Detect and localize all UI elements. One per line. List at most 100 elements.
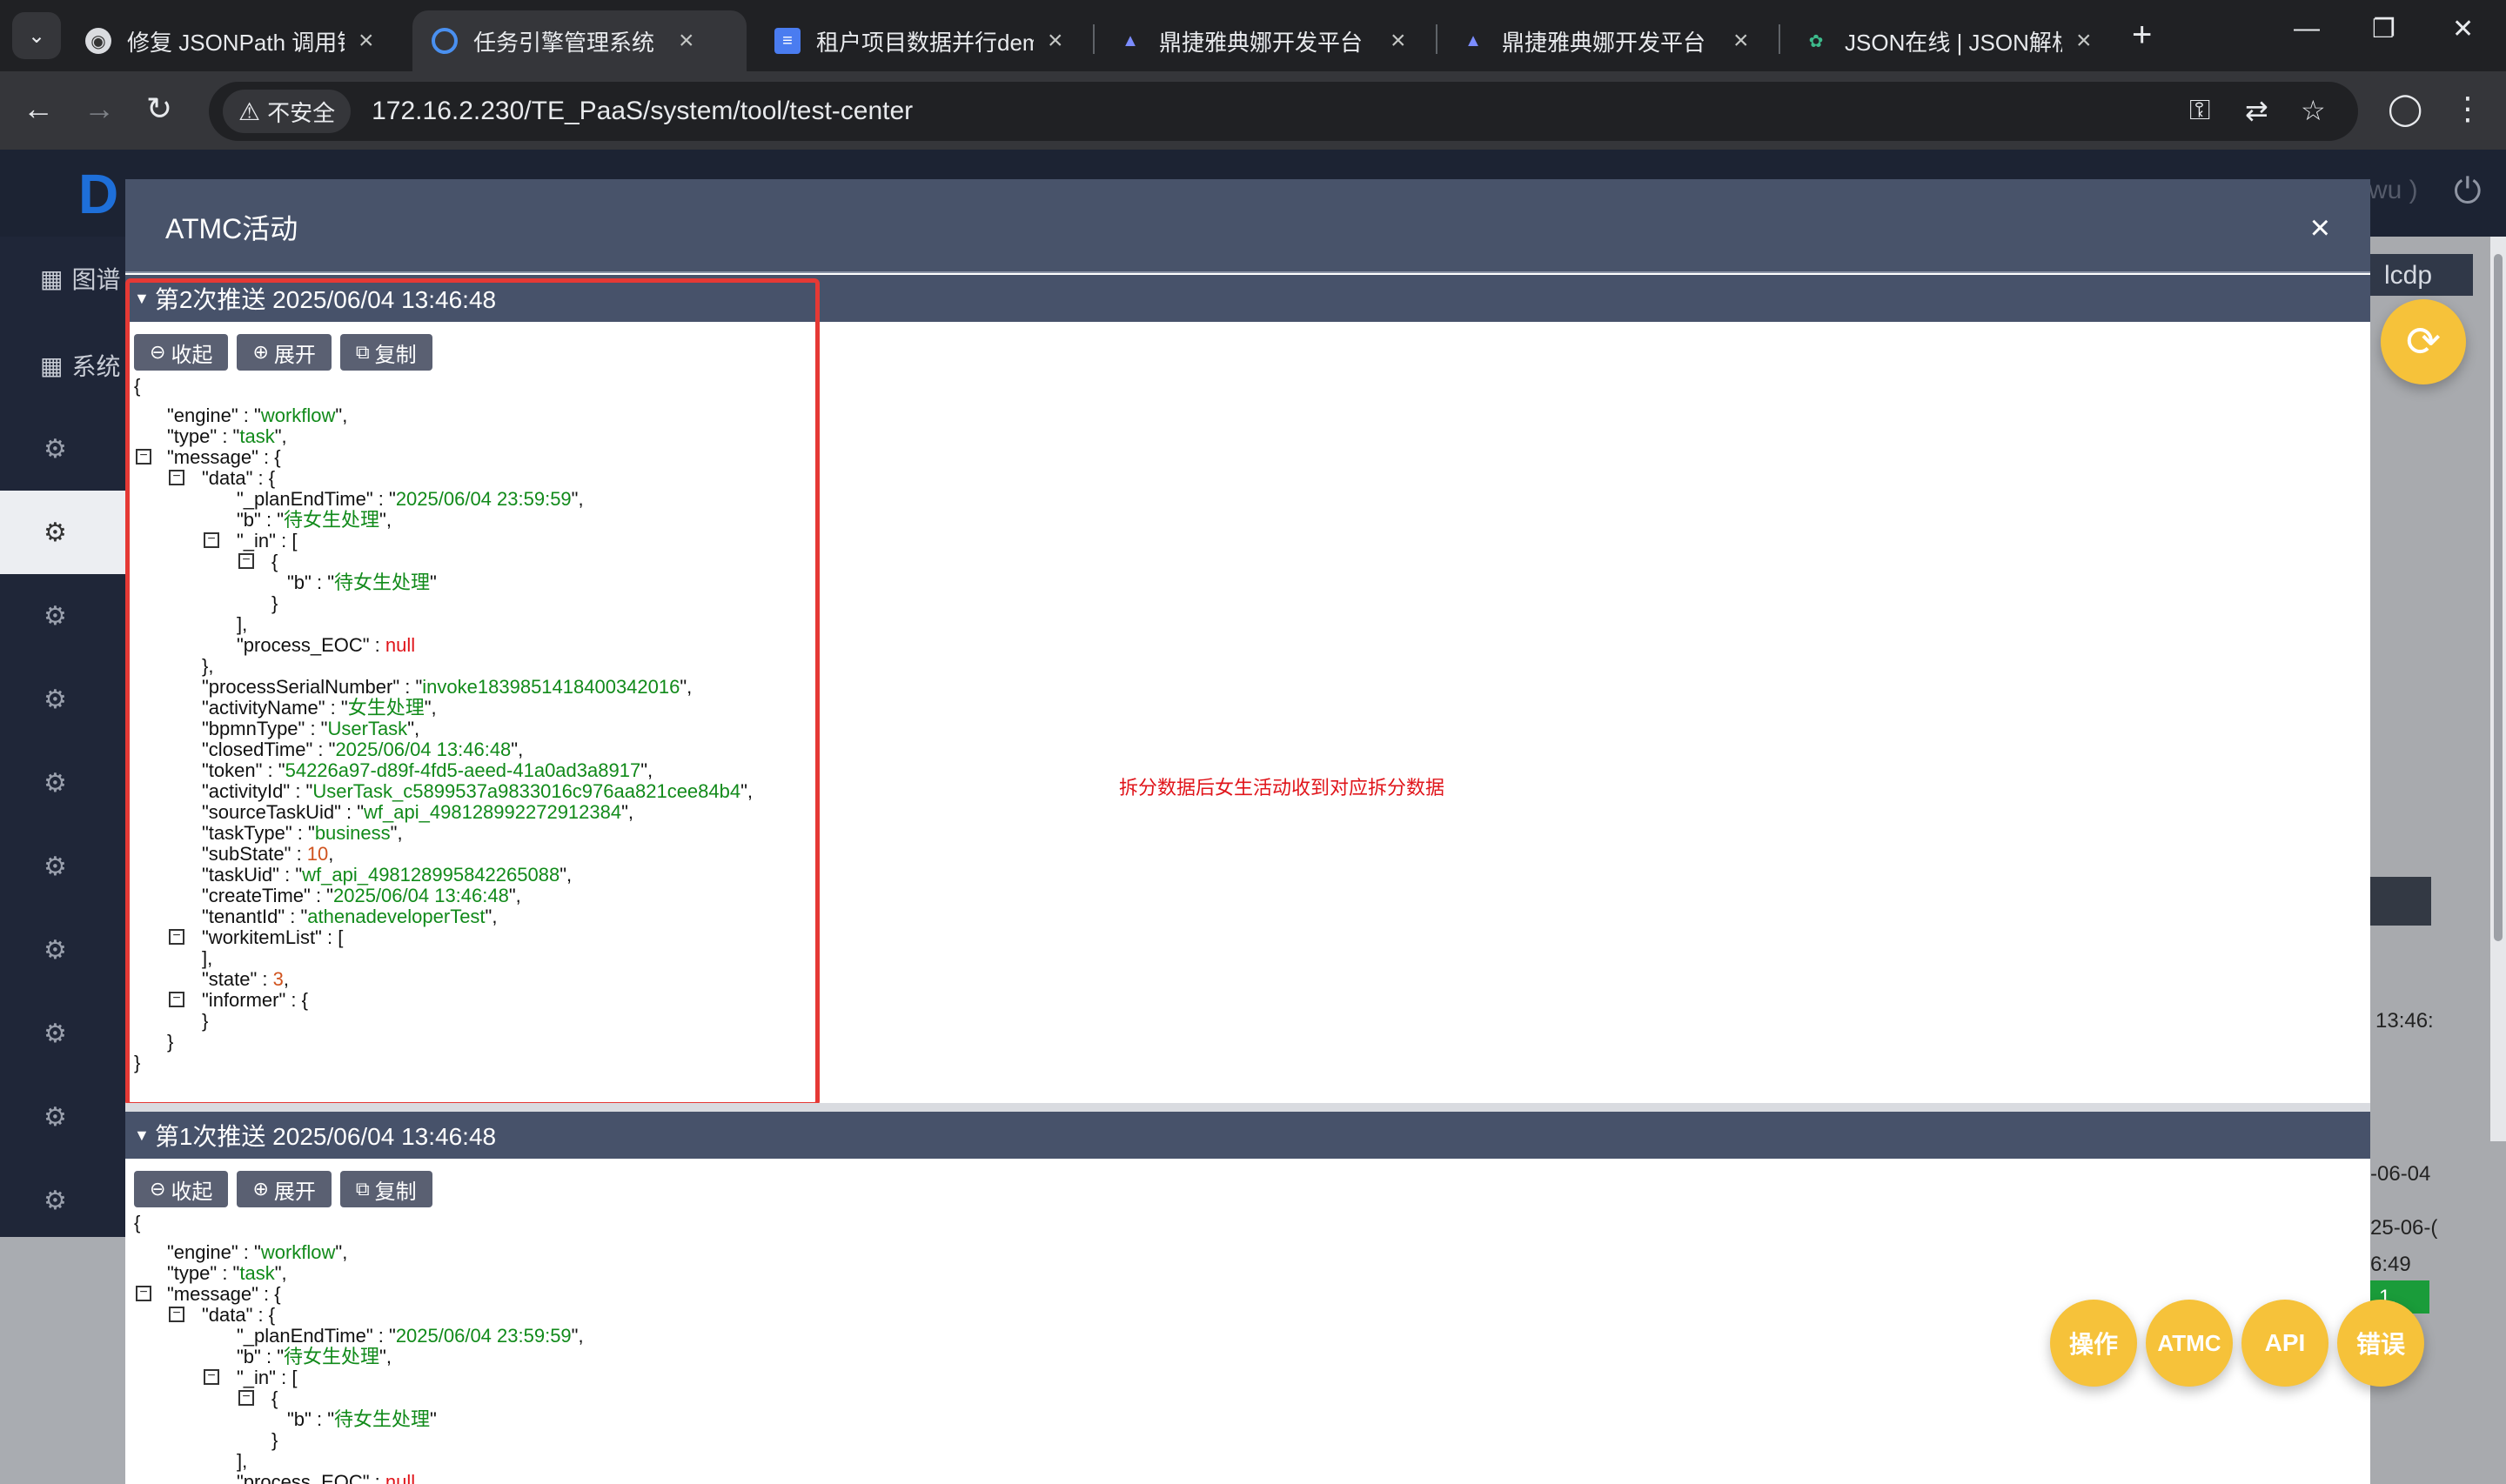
json-value: null xyxy=(385,1471,416,1484)
json-line: ], xyxy=(237,613,248,635)
sidebar-item-graph[interactable]: ▦ 图谱 xyxy=(0,237,125,320)
sidebar-subitem[interactable]: ⚙ xyxy=(0,908,125,992)
tab-close-icon[interactable]: × xyxy=(2076,26,2092,56)
json-line: "data" : { xyxy=(202,1304,276,1326)
ops-button[interactable]: 操作 xyxy=(2050,1300,2137,1387)
more-menu-icon[interactable]: ⋮ xyxy=(2452,90,2483,127)
tab-search-button[interactable]: ⌄ xyxy=(12,12,61,59)
restore-icon[interactable]: ❐ xyxy=(2372,14,2395,44)
close-icon[interactable]: × xyxy=(2310,211,2330,245)
browser-tab-1[interactable]: 任务引擎管理系统 × xyxy=(412,10,747,71)
json-value: 待女生处理 xyxy=(334,572,431,593)
tab-close-icon[interactable]: × xyxy=(1390,26,1406,56)
collapse-toggle-icon[interactable]: − xyxy=(204,532,219,548)
json-line: "subState" : 10, xyxy=(202,843,334,865)
collapse-button[interactable]: ⊖ 收起 xyxy=(134,334,229,371)
avatar-icon: ◉ xyxy=(85,28,111,54)
translate-icon[interactable]: ⇄ xyxy=(2245,94,2268,127)
browser-tab-3[interactable]: ▲ 鼎捷雅典娜开发平台 × xyxy=(1098,10,1425,71)
json-value: task xyxy=(239,1262,275,1284)
api-button[interactable]: API xyxy=(2241,1300,2328,1387)
modal-title: ATMC活动 xyxy=(165,213,298,244)
browser-tab-0[interactable]: ◉ 修复 JSONPath 调用错 × xyxy=(66,10,393,71)
caret-down-icon: ▼ xyxy=(134,289,150,307)
collapse-toggle-icon[interactable]: − xyxy=(238,553,254,569)
button-label: 复制 xyxy=(374,343,417,367)
json-value: 待女生处理 xyxy=(284,509,380,531)
tab-close-icon[interactable]: × xyxy=(679,26,694,56)
copy-button[interactable]: ⧉ 复制 xyxy=(339,1171,432,1207)
browser-tab-2[interactable]: ≡ 租户项目数据并行demo × xyxy=(755,10,1082,71)
sidebar-subitem[interactable]: ⚙ xyxy=(0,1075,125,1159)
refresh-button[interactable]: ⟳ xyxy=(2381,299,2466,384)
sidebar-subitem[interactable]: ⚙ xyxy=(0,574,125,658)
browser-tab-4[interactable]: ▲ 鼎捷雅典娜开发平台 × xyxy=(1441,10,1768,71)
collapse-toggle-icon[interactable]: − xyxy=(136,1286,151,1301)
push-section-header[interactable]: ▼ 第1次推送 2025/06/04 13:46:48 xyxy=(125,1112,2370,1159)
back-arrow-icon[interactable]: ← xyxy=(23,90,54,127)
page-scrollbar-thumb[interactable] xyxy=(2494,254,2503,941)
sidebar-subitem-selected[interactable]: ⚙ xyxy=(0,491,125,574)
tab-title: JSON在线 | JSON解析 xyxy=(1845,29,2062,56)
star-icon[interactable]: ☆ xyxy=(2301,94,2326,127)
copy-button[interactable]: ⧉ 复制 xyxy=(339,334,432,371)
browser-tab-5[interactable]: ✿ JSON在线 | JSON解析 × xyxy=(1784,10,2111,71)
atmc-modal: ATMC活动 × ▼ 第2次推送 2025/06/04 13:46:48 ⊖ 收起… xyxy=(125,179,2370,1484)
sidebar-subitem[interactable]: ⚙ xyxy=(0,825,125,908)
close-window-icon[interactable]: ✕ xyxy=(2452,14,2474,44)
new-tab-button[interactable]: + xyxy=(2132,16,2152,55)
json-line: { xyxy=(134,1212,141,1233)
collapse-button[interactable]: ⊖ 收起 xyxy=(134,1171,229,1207)
json-line: "tenantId" : "athenadeveloperTest", xyxy=(202,906,498,927)
gear-icon: ⚙ xyxy=(44,518,67,547)
collapse-toggle-icon[interactable]: − xyxy=(169,992,184,1007)
json-line: "taskUid" : "wf_api_498128995842265088", xyxy=(202,864,573,886)
key-icon[interactable]: ⚿ xyxy=(2189,94,2210,127)
expand-button[interactable]: ⊕ 展开 xyxy=(237,334,332,371)
json-value: 2025/06/04 13:46:48 xyxy=(335,739,512,760)
sidebar-subitem[interactable]: ⚙ xyxy=(0,1159,125,1242)
json-value: 10 xyxy=(306,843,329,865)
push-section-header[interactable]: ▼ 第2次推送 2025/06/04 13:46:48 xyxy=(125,275,2370,322)
plus-circle-icon: ⊕ xyxy=(252,341,269,363)
atmc-button[interactable]: ATMC xyxy=(2146,1300,2233,1387)
background-time: 13:46: xyxy=(2375,1009,2434,1033)
json-line: "_in" : [ xyxy=(237,1367,298,1388)
forward-arrow-icon[interactable]: → xyxy=(84,90,115,127)
json-line: "engine" : "workflow", xyxy=(167,404,348,426)
error-button[interactable]: 错误 xyxy=(2337,1300,2424,1387)
json-line: "process_EOC" : null xyxy=(237,634,416,656)
tab-close-icon[interactable]: × xyxy=(1733,26,1749,56)
sidebar-item-label: 系统 xyxy=(71,353,121,380)
json-value: workflow xyxy=(260,1241,336,1263)
tab-title: 修复 JSONPath 调用错 xyxy=(127,29,345,56)
url-text[interactable]: 172.16.2.230/TE_PaaS/system/tool/test-ce… xyxy=(372,97,913,126)
sidebar-subitem[interactable]: ⚙ xyxy=(0,741,125,825)
button-label: 展开 xyxy=(273,343,316,367)
minimize-icon[interactable]: — xyxy=(2294,14,2320,43)
sidebar-subitem[interactable]: ⚙ xyxy=(0,407,125,491)
reload-icon[interactable]: ↻ xyxy=(146,90,172,127)
collapse-toggle-icon[interactable]: − xyxy=(169,470,184,485)
security-indicator[interactable]: ⚠ 不安全 xyxy=(223,90,352,133)
expand-button[interactable]: ⊕ 展开 xyxy=(237,1171,332,1207)
json-line: "token" : "54226a97-d89f-4fd5-aeed-41a0a… xyxy=(202,759,653,781)
tab-close-icon[interactable]: × xyxy=(1048,26,1063,56)
sidebar-subitem[interactable]: ⚙ xyxy=(0,658,125,741)
tab-close-icon[interactable]: × xyxy=(358,26,374,56)
tab-title: 租户项目数据并行demo xyxy=(816,29,1034,56)
json-line: "b" : "待女生处理" xyxy=(287,572,437,593)
collapse-toggle-icon[interactable]: − xyxy=(136,449,151,465)
address-bar[interactable]: ⚠ 不安全 172.16.2.230/TE_PaaS/system/tool/t… xyxy=(209,82,2358,141)
collapse-toggle-icon[interactable]: − xyxy=(169,929,184,945)
profile-icon[interactable]: ◯ xyxy=(2388,90,2422,127)
collapse-toggle-icon[interactable]: − xyxy=(238,1390,254,1406)
logout-icon[interactable]: ⏻ xyxy=(2454,172,2482,211)
sidebar-item-system[interactable]: ▦ 系统 xyxy=(0,324,125,407)
app-sidebar: ▦ 图谱 ▦ 系统 ⚙ ⚙ ⚙ ⚙ ⚙ ⚙ ⚙ ⚙ ⚙ ⚙ xyxy=(0,237,125,1237)
tenant-badge[interactable]: lcdp xyxy=(2369,254,2473,296)
collapse-toggle-icon[interactable]: − xyxy=(204,1369,219,1385)
collapse-toggle-icon[interactable]: − xyxy=(169,1307,184,1322)
push-header-label: 第1次推送 2025/06/04 13:46:48 xyxy=(154,1123,497,1150)
sidebar-subitem[interactable]: ⚙ xyxy=(0,992,125,1075)
